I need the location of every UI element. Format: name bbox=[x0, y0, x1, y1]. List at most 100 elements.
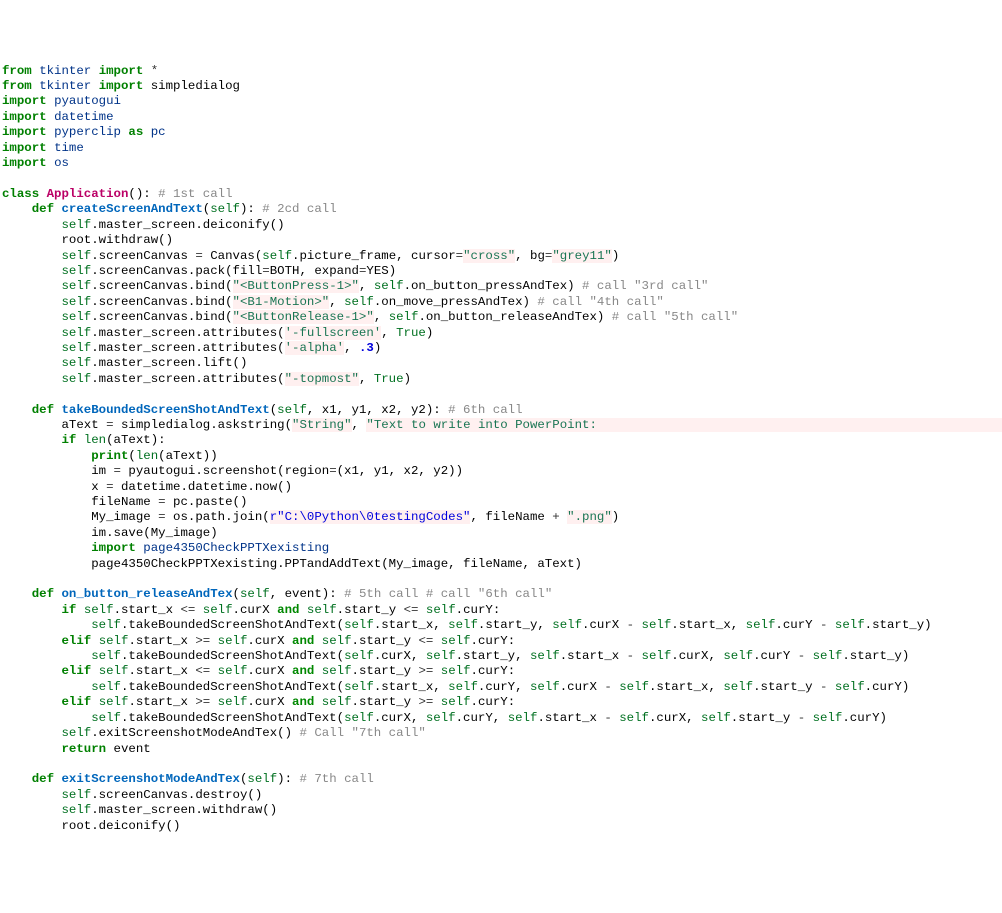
t: self bbox=[619, 711, 649, 725]
t: .on_button_releaseAndTex) bbox=[418, 310, 611, 324]
t: self bbox=[746, 618, 776, 632]
t: .curY: bbox=[471, 664, 516, 678]
t: pyperclip bbox=[54, 125, 121, 139]
t: My_image bbox=[91, 510, 158, 524]
t: .exitScreenshotModeAndTex() bbox=[91, 726, 299, 740]
t: self bbox=[322, 664, 352, 678]
t: * bbox=[151, 64, 158, 78]
t: self bbox=[203, 603, 233, 617]
t: .curX, bbox=[374, 649, 426, 663]
t: ) bbox=[426, 326, 433, 340]
t: self bbox=[441, 695, 471, 709]
t: - bbox=[627, 618, 634, 632]
t bbox=[76, 603, 83, 617]
t: .curX bbox=[247, 634, 292, 648]
t: , bbox=[381, 326, 396, 340]
t: .screenCanvas.bind( bbox=[91, 279, 232, 293]
t: "<B1-Motion>" bbox=[233, 295, 330, 309]
t: .3 bbox=[359, 341, 374, 355]
t: .curY) bbox=[842, 711, 887, 725]
t: = bbox=[106, 480, 113, 494]
t: self bbox=[813, 711, 843, 725]
t: time bbox=[54, 141, 84, 155]
t: "<ButtonRelease-1>" bbox=[233, 310, 374, 324]
t bbox=[76, 433, 83, 447]
t bbox=[91, 695, 98, 709]
t: self bbox=[62, 788, 92, 802]
t: self bbox=[619, 680, 649, 694]
t: .start_y, bbox=[456, 649, 530, 663]
t: ) bbox=[374, 341, 381, 355]
t: .takeBoundedScreenShotAndText( bbox=[121, 680, 344, 694]
t: self bbox=[426, 711, 456, 725]
t bbox=[299, 603, 306, 617]
t: return bbox=[62, 742, 107, 756]
t: .curY, bbox=[456, 711, 508, 725]
t: elif bbox=[62, 634, 92, 648]
t: , bbox=[374, 310, 389, 324]
t: = bbox=[329, 464, 336, 478]
t: # 5th call # call "6th call" bbox=[344, 587, 552, 601]
t: createScreenAndText bbox=[62, 202, 203, 216]
t: >= bbox=[418, 695, 433, 709]
t: "cross" bbox=[463, 249, 515, 263]
t: .curY, bbox=[478, 680, 530, 694]
t: .start_y) bbox=[865, 618, 932, 632]
t: self bbox=[322, 695, 352, 709]
t: # call "5th call" bbox=[612, 310, 738, 324]
t: and bbox=[292, 695, 314, 709]
t: >= bbox=[418, 664, 433, 678]
t: , bbox=[329, 295, 344, 309]
t: if bbox=[62, 603, 77, 617]
t: # 2cd call bbox=[262, 202, 336, 216]
t: self bbox=[835, 618, 865, 632]
t: self bbox=[62, 372, 92, 386]
t: <= bbox=[195, 664, 210, 678]
t: self bbox=[62, 279, 92, 293]
t bbox=[433, 664, 440, 678]
t: self bbox=[91, 680, 121, 694]
t: ) bbox=[612, 510, 619, 524]
t: True bbox=[374, 372, 404, 386]
t: ) bbox=[404, 372, 411, 386]
t: import bbox=[91, 541, 136, 555]
t: .start_x, bbox=[374, 618, 448, 632]
t: self bbox=[448, 618, 478, 632]
t: .curY bbox=[753, 649, 798, 663]
t: '-alpha' bbox=[285, 341, 345, 355]
t: ) bbox=[612, 249, 619, 263]
t: .curX bbox=[560, 680, 605, 694]
t: .start_y bbox=[352, 634, 419, 648]
t: .on_move_pressAndTex) bbox=[374, 295, 538, 309]
t: BOTH, expand bbox=[270, 264, 359, 278]
t: self bbox=[62, 264, 92, 278]
t: .start_y bbox=[337, 603, 404, 617]
t: ): bbox=[240, 202, 255, 216]
t bbox=[827, 618, 834, 632]
t bbox=[433, 634, 440, 648]
t: pc.paste() bbox=[166, 495, 248, 509]
t: def bbox=[32, 587, 54, 601]
t: self bbox=[218, 695, 248, 709]
t: .curY bbox=[775, 618, 820, 632]
t: self bbox=[723, 649, 753, 663]
t: self bbox=[99, 695, 129, 709]
t: import bbox=[2, 156, 47, 170]
t: .master_screen.attributes( bbox=[91, 341, 284, 355]
t: simpledialog bbox=[151, 79, 240, 93]
t: .start_x bbox=[128, 695, 195, 709]
t: self bbox=[642, 649, 672, 663]
t: "String" bbox=[292, 418, 352, 432]
t: elif bbox=[62, 664, 92, 678]
t: '-fullscreen' bbox=[285, 326, 382, 340]
t: print bbox=[91, 449, 128, 463]
t: and bbox=[292, 664, 314, 678]
t: import bbox=[2, 141, 47, 155]
t: YES) bbox=[366, 264, 396, 278]
t: # 6th call bbox=[448, 403, 522, 417]
t: "<ButtonPress-1>" bbox=[233, 279, 359, 293]
t bbox=[634, 618, 641, 632]
t: .takeBoundedScreenShotAndText( bbox=[121, 711, 344, 725]
t: = bbox=[114, 464, 121, 478]
t: from bbox=[2, 64, 32, 78]
